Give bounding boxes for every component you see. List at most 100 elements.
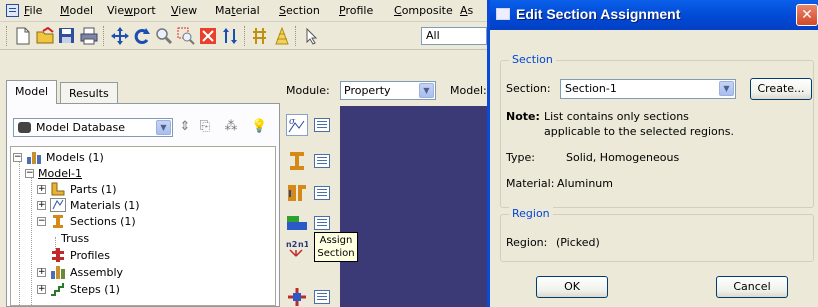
toolbar-grip[interactable] <box>103 26 106 46</box>
section-dropdown[interactable]: Section-1 ▼ <box>560 79 736 99</box>
menu-material[interactable]: Material <box>215 4 260 17</box>
profile-manager-icon[interactable] <box>314 186 330 200</box>
assembly-icon <box>50 265 66 279</box>
select-arrow-icon[interactable] <box>302 27 320 45</box>
box-zoom-icon[interactable] <box>177 27 195 45</box>
menu-view[interactable]: View <box>171 4 197 17</box>
model-tree-panel: Model Results Model Database ▼ ⇕ ⎘ ⁂ 💡 −… <box>6 80 280 307</box>
mesh-render-icon[interactable] <box>251 27 269 45</box>
module-bar: Module: Property ▼ Model: <box>284 78 487 104</box>
shaded-render-icon[interactable] <box>273 27 291 45</box>
filter-icon[interactable]: ⁂ <box>223 119 239 135</box>
models-icon <box>26 150 42 164</box>
menu-profile[interactable]: Profile <box>339 4 373 17</box>
model-label: Model: <box>450 84 487 97</box>
model-database-dropdown[interactable]: Model Database ▼ <box>13 118 173 137</box>
create-section-button[interactable]: Create... <box>750 78 812 100</box>
tree-item-models[interactable]: − Models (1) <box>13 149 104 165</box>
expand-collapse-icon[interactable]: ⇕ <box>177 119 193 135</box>
tree-item-materials[interactable]: + Materials (1) <box>37 197 140 213</box>
assign-orientation-icon[interactable]: n2 n1 <box>286 238 308 260</box>
create-section-icon[interactable] <box>286 150 308 172</box>
tree-item-assembly[interactable]: + Assembly <box>37 264 123 280</box>
dialog-titlebar[interactable]: Edit Section Assignment ✕ <box>490 0 818 30</box>
rotate-icon[interactable] <box>133 27 151 45</box>
menu-section[interactable]: Section <box>279 4 320 17</box>
new-file-icon[interactable] <box>14 27 32 45</box>
tree-item-sections[interactable]: − Sections (1) <box>37 213 136 229</box>
menu-composite[interactable]: Composite <box>394 4 453 17</box>
assign-section-icon[interactable] <box>286 212 308 234</box>
materials-icon <box>50 198 66 212</box>
collapse-icon[interactable]: − <box>25 168 34 178</box>
menubar: File Model Viewport View Material Sectio… <box>0 0 487 22</box>
zoom-icon[interactable] <box>155 27 173 45</box>
auto-fit-icon[interactable] <box>199 27 217 45</box>
chevron-down-icon[interactable]: ▼ <box>419 83 434 98</box>
folder-up-icon[interactable]: ⎘ <box>197 119 213 135</box>
assignment-manager-icon[interactable] <box>314 216 330 230</box>
assign-section-tooltip: Assign Section <box>314 232 358 262</box>
cancel-button[interactable]: Cancel <box>716 276 788 298</box>
note-text-line1: List contains only sections <box>544 110 689 123</box>
chevron-down-icon[interactable]: ▼ <box>156 120 171 135</box>
tab-model[interactable]: Model <box>6 80 58 104</box>
toolbar-grip[interactable] <box>6 26 9 46</box>
material-manager-icon[interactable] <box>314 118 330 132</box>
section-label: Section: <box>506 82 551 95</box>
beam-manager-icon[interactable] <box>314 290 330 304</box>
menu-file[interactable]: File <box>24 4 42 17</box>
steps-icon <box>50 282 66 296</box>
svg-text:n2: n2 <box>286 240 297 249</box>
toolbar-grip[interactable] <box>295 26 298 46</box>
tree-item-truss[interactable]: Truss <box>61 230 89 246</box>
menu-viewport[interactable]: Viewport <box>107 4 156 17</box>
save-icon[interactable] <box>58 27 76 45</box>
toolbar-grip[interactable] <box>244 26 247 46</box>
print-icon[interactable] <box>80 27 98 45</box>
close-icon[interactable]: ✕ <box>796 4 818 26</box>
tree-item-model-1[interactable]: − Model-1 <box>25 165 82 181</box>
sections-icon <box>50 214 66 228</box>
module-toolbox: σ n2 n1 <box>286 108 336 307</box>
menu-assembly[interactable]: As <box>460 4 473 17</box>
create-material-icon[interactable]: σ <box>286 114 308 136</box>
toolbar: All <box>0 22 487 50</box>
section-group-label: Section <box>509 53 556 66</box>
tree-item-steps[interactable]: + Steps (1) <box>37 281 120 297</box>
selection-filter-field[interactable]: All <box>421 27 487 45</box>
expand-icon[interactable]: + <box>37 200 46 210</box>
module-dropdown[interactable]: Property ▼ <box>340 81 436 100</box>
menu-model[interactable]: Model <box>60 4 93 17</box>
region-label: Region: <box>506 236 548 249</box>
tree-item-parts[interactable]: + Parts (1) <box>37 181 117 197</box>
light-bulb-icon[interactable]: 💡 <box>251 119 267 135</box>
region-value: (Picked) <box>556 236 600 249</box>
collapse-icon[interactable]: − <box>37 216 46 226</box>
note-text-line2: applicable to the selected regions. <box>544 125 734 138</box>
parts-icon <box>50 182 66 196</box>
tree-item-profiles[interactable]: Profiles <box>37 247 110 263</box>
type-value: Solid, Homogeneous <box>566 151 680 164</box>
chevron-down-icon[interactable]: ▼ <box>719 81 734 96</box>
window-menu-icon[interactable] <box>6 4 19 17</box>
abaqus-main-window: File Model Viewport View Material Sectio… <box>0 0 487 307</box>
collapse-icon[interactable]: − <box>13 152 22 162</box>
create-profile-icon[interactable] <box>286 182 308 204</box>
dialog-app-icon <box>496 8 510 20</box>
section-manager-icon[interactable] <box>314 154 330 168</box>
expand-icon[interactable]: + <box>37 184 46 194</box>
viewport-canvas[interactable] <box>340 106 487 307</box>
ok-button[interactable]: OK <box>536 276 608 298</box>
expand-icon[interactable]: + <box>37 267 46 277</box>
tree-guide-line <box>31 173 32 305</box>
expand-icon[interactable]: + <box>37 284 46 294</box>
cycle-views-icon[interactable] <box>221 27 239 45</box>
database-icon <box>18 122 31 133</box>
pan-icon[interactable] <box>111 27 129 45</box>
assign-beam-orientation-icon[interactable] <box>286 286 308 307</box>
tab-results[interactable]: Results <box>60 82 118 104</box>
note-label: Note: <box>506 110 540 123</box>
material-value: Aluminum <box>557 177 613 190</box>
open-folder-icon[interactable] <box>36 27 54 45</box>
